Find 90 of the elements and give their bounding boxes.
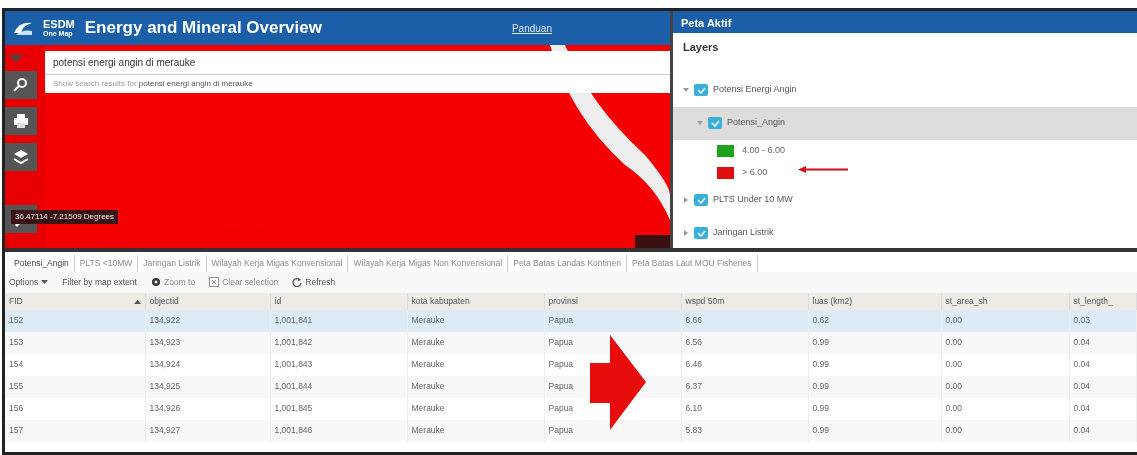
table-cell: 0.99: [808, 375, 941, 398]
checkbox[interactable]: [694, 227, 708, 239]
table-cell: 6.37: [681, 375, 808, 398]
filter-button[interactable]: Filter by map extent: [62, 275, 137, 289]
checkbox[interactable]: [694, 84, 708, 96]
table-tab[interactable]: Peta Batas Landas Kontinen: [508, 255, 627, 272]
dropdown-caret-icon[interactable]: [9, 53, 23, 63]
layer-label: Jaringan Listrik: [713, 226, 774, 240]
table-cell: 0.04: [1069, 419, 1137, 442]
logo-text: ESDM: [43, 19, 75, 30]
layer-label: Potensi_Angin: [727, 116, 786, 130]
table-cell: Papua: [544, 419, 681, 442]
table-tab[interactable]: Peta Batas Laut MOU Fisheries: [626, 255, 758, 272]
table-cell: 134,926: [145, 397, 270, 420]
table-row[interactable]: 152 134,922 1,001,841 Merauke Papua 6.66 0.62 0.00 0.03: [5, 309, 1137, 332]
table-cell: 0.00: [941, 419, 1069, 442]
table-cell: 5.83: [681, 419, 808, 442]
layer-item[interactable]: PLTS Under 10 MW: [683, 183, 1127, 217]
table-tab[interactable]: PLTS <10MW: [74, 255, 139, 272]
table-tab[interactable]: Wilayah Kerja Migas Konvensional: [206, 255, 349, 272]
layer-label: PLTS Under 10 MW: [713, 193, 793, 207]
annotation-arrow: [798, 166, 848, 173]
checkbox[interactable]: [708, 117, 722, 129]
legend-label: 4.00 - 6.00: [742, 143, 786, 157]
table-cell: Merauke: [407, 419, 544, 442]
coordinates-label: 36.47114 -7.21509 Degrees: [11, 210, 119, 224]
help-link[interactable]: Panduan: [511, 20, 552, 36]
table-cell: 0.04: [1069, 353, 1137, 376]
table-cell: 6.46: [681, 353, 808, 376]
table-cell: Merauke: [407, 397, 544, 420]
table-cell: Merauke: [407, 331, 544, 354]
collapse-icon[interactable]: [683, 87, 689, 93]
table-cell: 134,924: [145, 353, 270, 376]
options-menu[interactable]: Options: [9, 275, 49, 289]
table-cell: 0.99: [808, 353, 941, 376]
table-cell: Merauke: [407, 375, 544, 398]
table-cell: 157: [5, 419, 145, 442]
layers-heading: Layers: [683, 40, 720, 55]
table-cell: 134,927: [145, 419, 270, 442]
table-cell: 0.04: [1069, 375, 1137, 398]
legend-label: > 6.00: [742, 165, 768, 179]
app-title: Energy and Mineral Overview: [84, 17, 322, 40]
expand-icon[interactable]: [683, 197, 689, 203]
table-tab[interactable]: Jaringan Listrik: [138, 255, 207, 272]
checkbox[interactable]: [694, 194, 708, 206]
table-cell: 1,001,841: [270, 309, 407, 332]
panel-title: Peta Aktif: [673, 11, 1137, 33]
sort-icon[interactable]: [133, 298, 141, 304]
table-cell: 153: [5, 331, 145, 354]
table-cell: 0.00: [941, 397, 1069, 420]
layer-item[interactable]: Potensi Energi Angin: [683, 73, 1127, 107]
layer-label: Potensi Energi Angin: [713, 83, 797, 97]
layers-icon[interactable]: [5, 143, 37, 171]
table-cell: 0.04: [1069, 397, 1137, 420]
table-cell: 0.99: [808, 397, 941, 420]
table-row[interactable]: 153 134,923 1,001,842 Merauke Papua 6.56 0.99 0.00 0.04: [5, 331, 1137, 354]
table-cell: 6.10: [681, 397, 808, 420]
table-tab[interactable]: Wilayah Kerja Migas Non Konvensional: [348, 255, 509, 272]
table-cell: 1,001,842: [270, 331, 407, 354]
search-icon[interactable]: [5, 71, 37, 99]
caret-icon: [41, 279, 49, 285]
table-cell: Merauke: [407, 353, 544, 376]
collapse-icon[interactable]: [697, 120, 703, 126]
layer-item[interactable]: Jaringan Listrik: [683, 216, 1127, 248]
layer-item[interactable]: Potensi_Angin: [673, 106, 1137, 140]
expand-icon[interactable]: [683, 230, 689, 236]
table-cell: Papua: [544, 309, 681, 332]
table-cell: 0.00: [941, 375, 1069, 398]
table-cell: 156: [5, 397, 145, 420]
column-label: FID: [9, 294, 23, 308]
table-cell: 1,001,845: [270, 397, 407, 420]
refresh-button[interactable]: Refresh: [292, 275, 336, 289]
table-cell: Merauke: [407, 309, 544, 332]
printer-icon[interactable]: [5, 107, 37, 135]
table-cell: 1,001,844: [270, 375, 407, 398]
table-cell: 1,001,846: [270, 419, 407, 442]
table-cell: 0.00: [941, 353, 1069, 376]
table-cell: 152: [5, 309, 145, 332]
table-row[interactable]: 155 134,925 1,001,844 Merauke Papua 6.37 0.99 0.00 0.04: [5, 375, 1137, 398]
table-row[interactable]: 157 134,927 1,001,846 Merauke Papua 5.83 0.99 0.00 0.04: [5, 419, 1137, 442]
table-cell: 155: [5, 375, 145, 398]
clear-icon: [209, 277, 220, 288]
search-field[interactable]: potensi energi angin di merauke: [45, 51, 670, 75]
table-cell: 0.99: [808, 419, 941, 442]
refresh-icon: [292, 277, 303, 288]
search-suggestion[interactable]: Show search results for potensi energi angin di merauke: [45, 75, 670, 93]
zoom-icon: [150, 277, 161, 288]
table-cell: 154: [5, 353, 145, 376]
table-cell: 134,925: [145, 375, 270, 398]
table-cell: 1,001,843: [270, 353, 407, 376]
